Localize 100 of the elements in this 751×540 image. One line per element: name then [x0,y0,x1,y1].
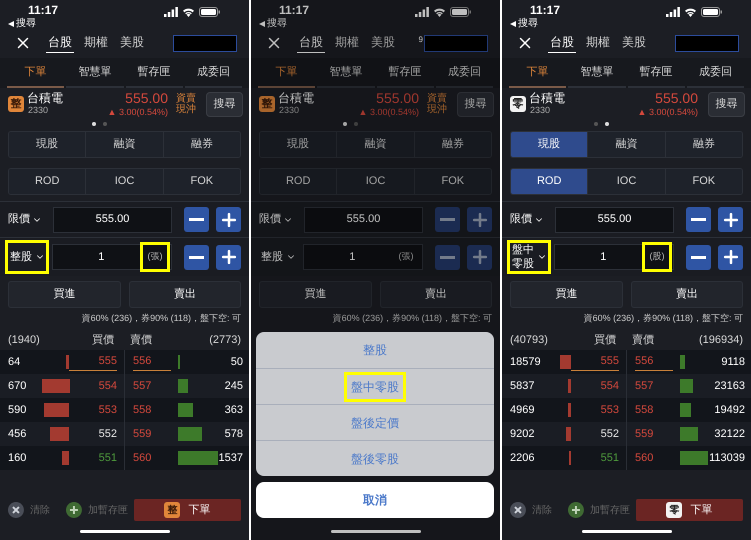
segment-tab[interactable]: FOK [414,169,491,194]
ask-volume-bar [680,355,686,369]
battery-icon [701,7,723,17]
wifi-icon [182,7,195,17]
sell-button[interactable]: 賣出 [630,281,743,308]
order-tab[interactable]: 下單 [7,58,64,88]
price-change: ▲ 3.00(0.54%) [358,106,419,118]
unit-label: (股) [642,242,672,272]
segment-tab[interactable]: 現股 [9,132,86,157]
ask-quantity: 113039 [708,450,745,466]
clear-icon[interactable] [8,502,24,518]
add-icon[interactable] [568,502,584,518]
account-field[interactable] [675,34,739,52]
order-tab[interactable]: 智慧單 [66,58,124,88]
lot-type-dropdown[interactable]: 整股 [256,240,300,274]
segment-tab[interactable]: 融券 [414,132,491,157]
quantity-field[interactable]: 1 (張) [302,244,423,270]
increase-button[interactable] [718,244,743,270]
segment-tab[interactable]: IOC [336,169,414,194]
minus-icon [691,256,706,258]
market-tab[interactable]: 美股 [118,33,146,53]
back-link[interactable]: 搜尋 [518,18,538,29]
increase-button[interactable] [216,244,241,270]
segment-tab[interactable]: IOC [85,169,163,194]
bid-price: 554 [600,378,619,394]
bid-quantity: 5837 [510,378,536,394]
price-type-dropdown[interactable]: 限價 [8,211,47,228]
search-button[interactable]: 搜尋 [206,92,243,116]
decrease-button[interactable] [184,244,209,270]
add-icon[interactable] [66,502,82,518]
bid-price-header: 買價 [91,332,115,348]
quantity-field[interactable]: 1 (張) [52,244,172,270]
order-tab[interactable]: 暫存匣 [628,58,685,88]
buy-button[interactable]: 買進 [8,281,120,308]
market-tab[interactable]: 台股 [46,33,74,53]
price-type-dropdown[interactable]: 限價 [259,211,298,228]
decrease-button[interactable] [686,207,711,232]
order-tab[interactable]: 暫存匣 [126,58,183,88]
segment-tab[interactable]: 融券 [664,132,742,157]
quantity-field[interactable]: 1 (股) [554,244,674,270]
search-button[interactable]: 搜尋 [457,92,494,116]
increase-button[interactable] [216,207,241,232]
market-tab[interactable]: 期權 [82,33,110,53]
account-field[interactable] [173,34,237,52]
order-tab[interactable]: 成委回 [436,58,493,88]
price-field[interactable]: 555.00 [53,206,172,232]
sell-button[interactable]: 賣出 [380,281,492,308]
segment-tab[interactable]: FOK [664,169,742,194]
price-field[interactable]: 555.00 [555,206,674,232]
order-tab[interactable]: 成委回 [686,58,744,88]
back-link[interactable]: 搜尋 [267,18,287,29]
back-link[interactable]: 搜尋 [16,18,36,29]
lot-type-dropdown[interactable]: 盤中零股 [507,240,551,274]
submit-order-button[interactable]: 整 下單 [134,499,242,521]
bid-quantity: 4969 [510,402,536,418]
price-type-dropdown[interactable]: 限價 [510,211,549,228]
segment-tab[interactable]: 現股 [511,132,588,157]
market-tab[interactable]: 期權 [333,33,361,53]
ask-price: 560 [133,450,152,466]
stock-name: 台積電 [27,92,63,104]
buy-button[interactable]: 買進 [510,281,622,308]
market-tab[interactable]: 美股 [369,33,397,53]
buy-button[interactable]: 買進 [259,281,372,308]
segment-tab[interactable]: 融資 [85,132,163,157]
sell-button[interactable]: 賣出 [128,281,241,308]
decrease-button[interactable] [184,207,209,232]
order-tab[interactable]: 暫存匣 [376,58,434,88]
increase-button[interactable] [718,207,743,232]
segment-tab[interactable]: ROD [511,169,588,194]
search-button[interactable]: 搜尋 [708,92,745,116]
submit-order-button[interactable]: 零 下單 [636,499,744,521]
segment-tab[interactable]: IOC [587,169,665,194]
bid-price: 553 [600,402,619,418]
bid-price: 551 [98,450,117,466]
order-tab[interactable]: 智慧單 [568,58,626,88]
segment-tab[interactable]: 現股 [260,132,336,157]
order-tab[interactable]: 智慧單 [317,58,374,88]
lot-type-dropdown[interactable]: 整股 [5,240,49,274]
order-tab[interactable]: 下單 [258,58,316,88]
bid-price: 552 [600,426,619,442]
order-tab[interactable]: 下單 [509,58,566,88]
market-tab[interactable]: 期權 [584,33,612,53]
decrease-button[interactable] [686,244,711,270]
bid-price-header: 買價 [593,332,617,348]
order-tab[interactable]: 成委回 [184,58,242,88]
segment-tab[interactable]: ROD [260,169,336,194]
segment-tab[interactable]: ROD [9,169,86,194]
clear-icon[interactable] [510,502,526,518]
market-tab[interactable]: 美股 [620,33,648,53]
ask-quantity: 363 [224,402,243,418]
price-field[interactable]: 555.00 [304,206,423,232]
segment-tab[interactable]: 融資 [587,132,665,157]
segment-tab[interactable]: 融資 [336,132,414,157]
market-tab[interactable]: 台股 [548,33,576,53]
market-tab[interactable]: 台股 [297,33,325,53]
segment-tab[interactable]: 融券 [162,132,240,157]
segment-tab[interactable]: FOK [162,169,240,194]
account-field[interactable] [424,34,488,52]
ask-price: 559 [635,426,654,442]
cancel-button[interactable]: 取消 [256,482,494,518]
